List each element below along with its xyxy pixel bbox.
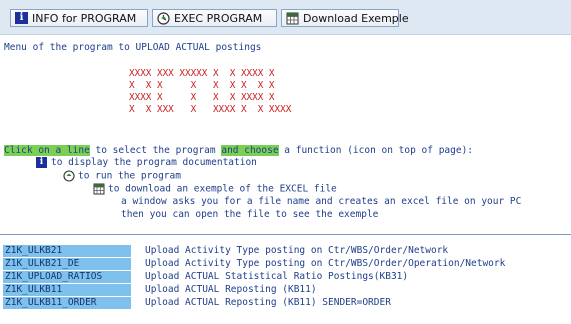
program-code[interactable]: Z1K_ULKB21 xyxy=(3,245,131,257)
program-code[interactable]: Z1K_ULKB11 xyxy=(3,284,131,296)
help-info-text: to display the program documentation xyxy=(51,157,257,168)
help-exec-line: to run the program xyxy=(63,170,181,183)
exec-program-label: EXEC PROGRAM xyxy=(174,11,263,25)
help-info-line: i to display the program documentation xyxy=(36,157,257,169)
choose-highlight: and choose xyxy=(221,145,279,156)
banner-line-4: X X XXX X XXXX X X XXXX xyxy=(129,104,292,115)
info-icon: i xyxy=(36,157,47,168)
intro-text: Menu of the program to UPLOAD ACTUAL pos… xyxy=(4,42,262,53)
help-download-text: to download an exemple of the EXCEL file xyxy=(108,183,337,195)
help-exec-text: to run the program xyxy=(78,170,181,182)
help-rest-text: a function (icon on top of page): xyxy=(278,145,474,156)
application-toolbar: i INFO for PROGRAM EXEC PROGRAM Download… xyxy=(0,0,571,35)
program-code[interactable]: Z1K_ULKB21_DE xyxy=(3,258,131,270)
execute-icon xyxy=(157,11,170,25)
program-menu-content: Menu of the program to UPLOAD ACTUAL pos… xyxy=(0,35,571,324)
excel-icon xyxy=(286,12,299,25)
program-description: Upload Activity Type posting on Ctr/WBS/… xyxy=(145,245,449,256)
help-open-line: then you can open the file to see the ex… xyxy=(121,209,379,220)
info-for-program-button[interactable]: i INFO for PROGRAM xyxy=(10,9,148,27)
info-for-program-label: INFO for PROGRAM xyxy=(32,11,137,25)
download-exemple-button[interactable]: Download Exemple xyxy=(281,9,409,27)
banner-line-1: XXXX XXX XXXXX X X XXXX X xyxy=(129,68,275,79)
help-window-line: a window asks you for a file name and cr… xyxy=(121,196,522,207)
help-middle-text: to select the program xyxy=(89,145,222,156)
banner-line-2: X X X X X X X X X xyxy=(129,80,275,91)
banner-line-3: XXXX X X X X XXXX X xyxy=(129,92,275,103)
info-icon: i xyxy=(15,12,28,24)
help-download-line: to download an exemple of the EXCEL file xyxy=(93,183,337,196)
list-separator xyxy=(0,234,571,235)
excel-icon xyxy=(93,183,105,195)
program-code[interactable]: Z1K_ULKB11_ORDER xyxy=(3,297,131,309)
program-description: Upload ACTUAL Reposting (KB11) xyxy=(145,284,317,295)
help-instruction: Click on a line to select the program an… xyxy=(4,145,473,157)
program-code[interactable]: Z1K_UPLOAD_RATIOS xyxy=(3,271,131,283)
program-description: Upload ACTUAL Reposting (KB11) SENDER=OR… xyxy=(145,297,391,308)
click-line-highlight: Click on a line xyxy=(4,145,90,156)
program-description: Upload Activity Type posting on Ctr/WBS/… xyxy=(145,258,506,269)
execute-icon xyxy=(63,170,75,182)
download-exemple-label: Download Exemple xyxy=(303,11,409,25)
exec-program-button[interactable]: EXEC PROGRAM xyxy=(152,9,277,27)
program-description: Upload ACTUAL Statistical Ratio Postings… xyxy=(145,271,409,282)
